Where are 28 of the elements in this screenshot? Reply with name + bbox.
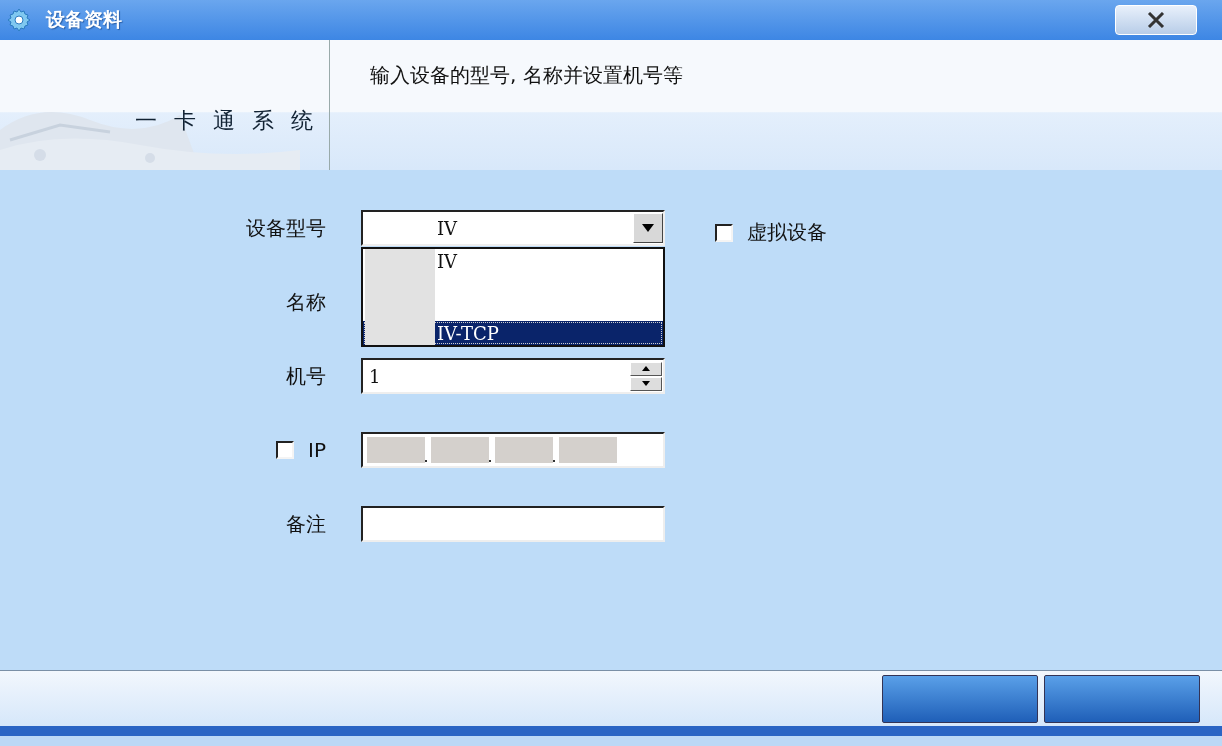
field-label: 备注 [286,510,326,538]
down-arrow-icon [642,381,650,386]
close-button[interactable] [1115,5,1197,35]
dropdown-option[interactable]: IV [363,249,663,273]
ip-address-field[interactable] [361,432,665,468]
dropdown-option[interactable]: IV-TCP [363,321,663,345]
system-name: 一卡通系统 [135,107,330,135]
window-title: 设备资料 [46,7,122,32]
instruction-text: 输入设备的型号, 名称并设置机号等 [370,63,683,87]
field-label: IP [308,438,326,462]
field-label: 机号 [286,362,326,390]
spin-up-button[interactable] [630,361,662,376]
device-model-dropdown[interactable]: IV [361,210,665,246]
dialog-button[interactable] [882,674,1038,723]
caret-icon [642,224,654,232]
input-field[interactable] [361,506,665,542]
dialog-button[interactable] [1044,674,1200,723]
gear-icon [6,7,32,33]
field-label: 设备型号 [246,214,326,242]
checkbox-label: 虚拟设备 [747,219,827,246]
field-label: 名称 [286,288,326,316]
spin-down-button[interactable] [630,376,662,391]
close-icon [1147,12,1165,28]
checkbox[interactable] [715,223,733,242]
checkbox[interactable] [276,441,295,459]
dropdown-button[interactable] [633,213,663,243]
up-arrow-icon [642,366,650,371]
number-field[interactable]: 1 [361,358,665,394]
